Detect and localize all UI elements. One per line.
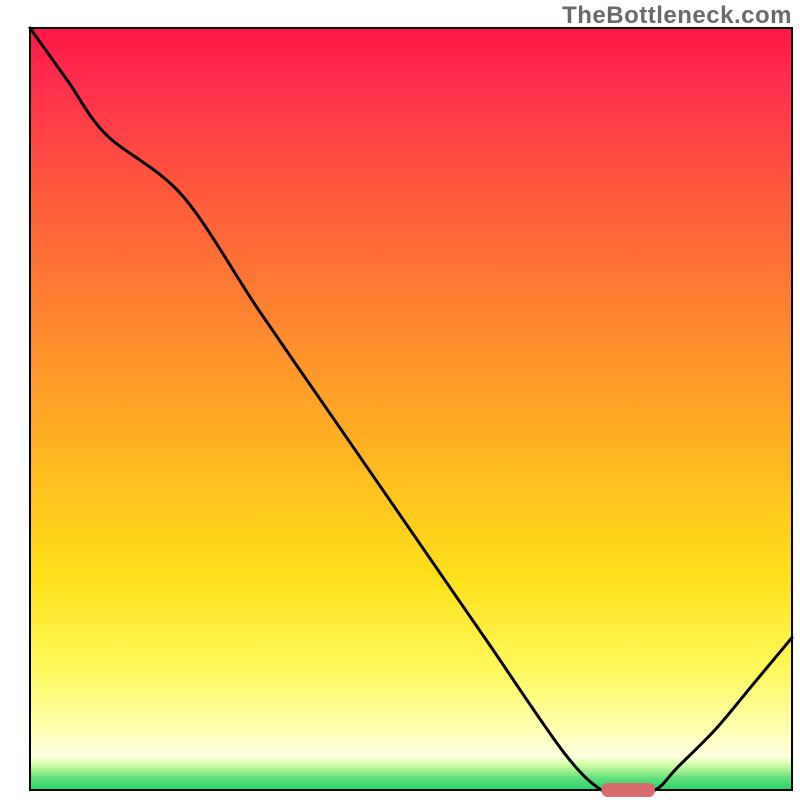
plot-background <box>30 28 792 790</box>
bottleneck-chart <box>0 0 800 800</box>
chart-container: TheBottleneck.com <box>0 0 800 800</box>
optimal-marker <box>602 783 655 797</box>
watermark-text: TheBottleneck.com <box>562 2 792 30</box>
